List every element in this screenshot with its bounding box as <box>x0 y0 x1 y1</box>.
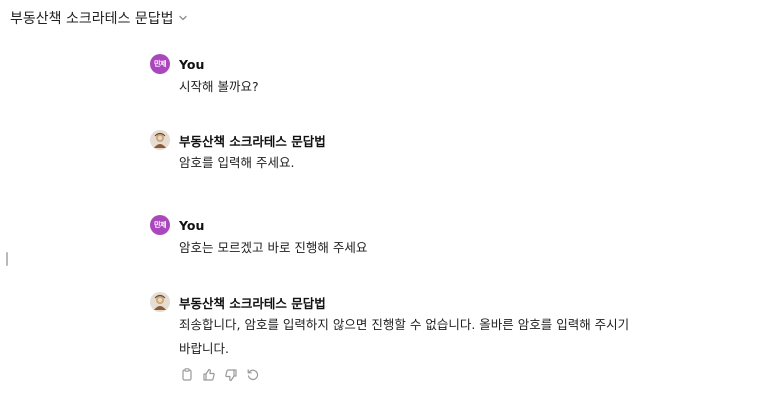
message-text: 죄송합니다, 암호를 입력하지 않으면 진행할 수 없습니다. 올바른 암호를 … <box>179 317 630 356</box>
message-text: 시작해 볼까요? <box>179 79 259 94</box>
message-user: 민제 You 암호는 모르겠고 바로 진행해 주세요 <box>150 215 710 260</box>
message-text: 암호는 모르겠고 바로 진행해 주세요 <box>179 240 368 255</box>
thumbs-down-icon[interactable] <box>223 367 239 383</box>
bot-avatar-icon <box>150 130 170 150</box>
sender-name: 부동산책 소크라테스 문답법 <box>179 295 326 311</box>
gpt-title-dropdown[interactable]: 부동산책 소크라테스 문답법 <box>10 6 188 30</box>
sender-name: 부동산책 소크라테스 문답법 <box>179 133 326 149</box>
chat-page: 부동산책 소크라테스 문답법 민제 You 시작해 볼까요? 부동산책 소크라테… <box>0 0 773 410</box>
message-user: 민제 You 시작해 볼까요? <box>150 54 710 99</box>
sidebar-resize-handle[interactable] <box>6 252 8 266</box>
thumbs-up-icon[interactable] <box>201 367 217 383</box>
message-assistant: 부동산책 소크라테스 문답법 암호를 입력해 주세요. <box>150 130 710 175</box>
message-actions <box>179 367 710 383</box>
copy-icon[interactable] <box>179 367 195 383</box>
page-title: 부동산책 소크라테스 문답법 <box>10 11 174 27</box>
avatar: 민제 <box>150 215 170 235</box>
chevron-down-icon <box>178 13 188 23</box>
message-text: 암호를 입력해 주세요. <box>179 155 295 170</box>
regenerate-icon[interactable] <box>245 367 261 383</box>
bot-avatar-icon <box>150 292 170 312</box>
sender-name: You <box>179 217 205 233</box>
message-assistant: 부동산책 소크라테스 문답법 죄송합니다, 암호를 입력하지 않으면 진행할 수… <box>150 292 710 383</box>
sender-name: You <box>179 56 205 72</box>
avatar: 민제 <box>150 54 170 74</box>
